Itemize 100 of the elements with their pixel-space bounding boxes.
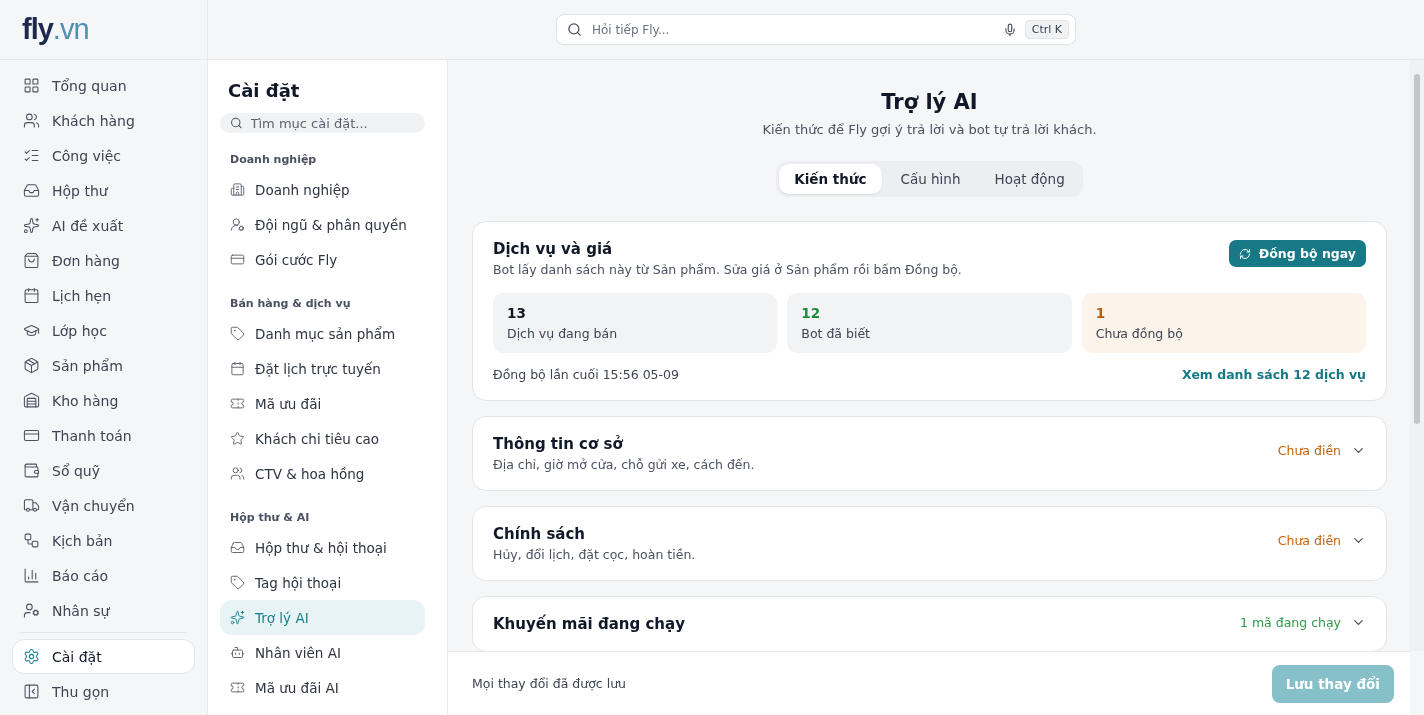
stat-label: Bot đã biết [801,326,871,341]
settings-item[interactable]: Mã ưu đãi [220,386,425,421]
nav-item[interactable]: Báo cáo [12,558,195,593]
last-sync-text: Đồng bộ lần cuối 15:56 05-09 [493,367,679,382]
status-text: 1 mã đang chạy [1240,615,1341,630]
nav-item[interactable]: Công việc [12,138,195,173]
inbox-icon [230,540,245,555]
status-text: Chưa điền [1277,533,1341,548]
sparkles-icon [23,217,40,234]
page-subtitle: Kiến thức để Fly gợi ý trả lời và bot tự trả lời khách. [761,122,1098,137]
shortcut-key: Ctrl K [1024,20,1069,39]
calendar-icon [230,361,245,376]
nav-item[interactable]: Kho hàng [12,383,195,418]
accordion-card[interactable]: Khuyến mãi đang chạy 1 mã đang chạy [472,596,1387,651]
panel-title: Cài đặt [228,80,301,101]
star-icon [230,431,245,446]
collapse-button[interactable]: Thu gọn [12,674,195,709]
nav-item[interactable]: Sản phẩm [12,348,195,383]
warehouse-icon [23,392,40,409]
sync-button[interactable]: Đồng bộ ngay [1228,240,1366,267]
section-heading: Doanh nghiệp [230,153,318,166]
tab[interactable]: Hoạt động [979,164,1080,194]
graduation-cap-icon [23,322,40,339]
refresh-icon [1238,247,1251,260]
settings-item[interactable]: Mã ưu đãi AI [220,670,425,705]
grid-icon [23,77,40,94]
card-description: Hủy, đổi lịch, đặt cọc, hoàn tiền. [493,547,696,562]
nav-item[interactable]: Lớp học [12,313,195,348]
search-bar[interactable]: Hỏi tiếp Fly... Ctrl K [556,14,1076,45]
nav-item[interactable]: Hộp thư [12,173,195,208]
settings-item[interactable]: Trợ lý AI [220,600,425,635]
stat-label: Chưa đồng bộ [1095,326,1184,341]
settings-item[interactable]: Gói cước Fly [220,242,425,277]
save-status: Mọi thay đổi đã được lưu [472,676,626,691]
checklist-icon [23,147,40,164]
nav-item[interactable]: Cài đặt [12,639,195,674]
workflow-icon [23,532,40,549]
card-title: Thông tin cơ sở [493,435,624,453]
section-heading: Hộp thư & AI [230,511,311,524]
settings-item[interactable]: Đặt lịch trực tuyến [220,351,425,386]
settings-search-field[interactable]: Tìm mục cài đặt... [248,114,415,132]
card-title: Chính sách [493,525,587,543]
settings-item[interactable]: CTV & hoa hồng [220,456,425,491]
ticket-icon [230,680,245,695]
card-title: Dịch vụ và giá [493,240,614,258]
settings-item[interactable]: Doanh nghiệp [220,172,425,207]
settings-item[interactable]: Danh mục sản phẩm [220,316,425,351]
settings-item[interactable]: Tag hội thoại [220,565,425,600]
nav-item[interactable]: Nhân sự [12,593,195,628]
nav-item[interactable]: Thanh toán [12,418,195,453]
settings-item[interactable]: Khách chi tiêu cao [220,421,425,456]
card-icon [23,427,40,444]
services-link[interactable]: Xem danh sách 12 dịch vụ [1182,367,1366,382]
tag-icon [230,326,245,341]
nav-item[interactable]: Sổ quỹ [12,453,195,488]
search-icon [567,22,582,37]
search-icon [230,116,243,130]
stat-label: Dịch vụ đang bán [507,326,619,341]
settings-search-bar[interactable]: Tìm mục cài đặt... [220,113,425,133]
nav-item[interactable]: Khách hàng [12,103,195,138]
settings-item[interactable]: Hộp thư & hội thoại [220,530,425,565]
box-icon [23,357,40,374]
panel-icon [23,683,40,700]
stat-value: 12 [801,305,822,321]
accordion-card[interactable]: Thông tin cơ sở Địa chỉ, giờ mở cửa, chỗ gửi xe, cách đến. Chưa điền [472,416,1387,491]
tab[interactable]: Cấu hình [885,164,976,194]
sparkles-icon [230,610,245,625]
section-heading: Bán hàng & dịch vụ [230,297,352,310]
calendar-icon [23,287,40,304]
search-field[interactable]: Hỏi tiếp Fly... [590,21,995,38]
user-cog-icon [230,217,245,232]
microphone-icon[interactable] [1002,22,1017,37]
nav-item[interactable]: Lịch hẹn [12,278,195,313]
scrollbar[interactable] [1410,60,1424,651]
user-cog-icon [23,602,40,619]
card-title: Khuyến mãi đang chạy [493,615,685,633]
building-icon [230,182,245,197]
users-icon [230,466,245,481]
card-description: Địa chỉ, giờ mở cửa, chỗ gửi xe, cách đến. [493,457,755,472]
nav-item[interactable]: AI đề xuất [12,208,195,243]
stat-value: 1 [1095,305,1107,321]
card-icon [230,252,245,267]
tag-icon [230,575,245,590]
inbox-icon [23,182,40,199]
stat-value: 13 [507,305,527,321]
tab[interactable]: Kiến thức [779,164,882,194]
accordion-card[interactable]: Chính sách Hủy, đổi lịch, đặt cọc, hoàn tiền. Chưa điền [472,506,1387,581]
settings-item[interactable]: Đội ngũ & phân quyền [220,207,425,242]
ticket-icon [230,396,245,411]
bag-icon [23,252,40,269]
nav-item[interactable]: Vận chuyển [12,488,195,523]
nav-item[interactable]: Đơn hàng [12,243,195,278]
status-text: Chưa điền [1277,443,1341,458]
users-icon [23,112,40,129]
logo: fly.vn [22,13,89,46]
settings-item[interactable]: Nhân viên AI [220,635,425,670]
nav-item[interactable]: Kịch bản [12,523,195,558]
bot-icon [230,645,245,660]
card-description: Bot lấy danh sách này từ Sản phẩm. Sửa giá ở Sản phẩm rồi bấm Đồng bộ. [493,262,962,277]
nav-item[interactable]: Tổng quan [12,68,195,103]
